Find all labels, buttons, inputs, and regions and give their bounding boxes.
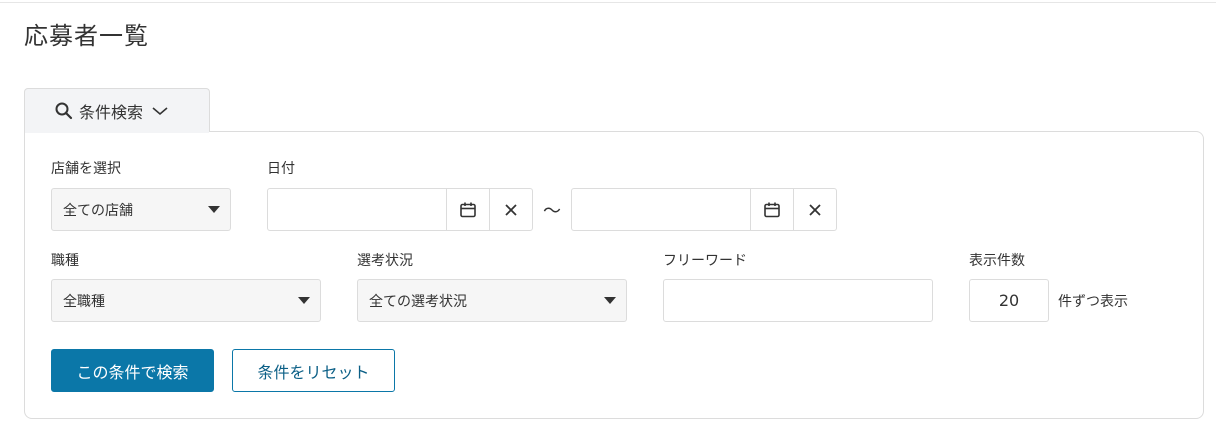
- date-range-separator: 〜: [543, 201, 561, 222]
- status-select-value: 全ての選考状況: [369, 293, 467, 310]
- page-size-suffix: 件ずつ表示: [1058, 294, 1128, 310]
- date-to-clear-button[interactable]: [793, 189, 836, 230]
- chevron-down-icon: [151, 105, 169, 117]
- date-from-group: [267, 188, 533, 231]
- date-to-calendar-button[interactable]: [750, 189, 793, 230]
- page-title: 応募者一覧: [24, 22, 149, 50]
- job-type-select-value: 全職種: [63, 293, 105, 310]
- date-to-group: [571, 188, 837, 231]
- store-select-value: 全ての店舗: [63, 202, 133, 219]
- store-label: 店舗を選択: [51, 161, 121, 177]
- freeword-input[interactable]: [663, 279, 933, 322]
- caret-down-icon: [604, 297, 616, 304]
- reset-button[interactable]: 条件をリセット: [232, 349, 395, 392]
- status-label: 選考状況: [357, 253, 413, 269]
- close-icon: [809, 203, 821, 216]
- date-from-calendar-button[interactable]: [446, 189, 489, 230]
- calendar-icon: [460, 202, 476, 217]
- close-icon: [505, 203, 517, 216]
- date-from-input[interactable]: [268, 189, 446, 230]
- job-type-label: 職種: [51, 253, 79, 269]
- condition-search-label: 条件検索: [79, 102, 144, 122]
- caret-down-icon: [298, 297, 310, 304]
- page-size-label: 表示件数: [969, 253, 1025, 269]
- page-size-input[interactable]: 20: [969, 279, 1049, 322]
- top-divider: [0, 2, 1216, 3]
- date-to-input[interactable]: [572, 189, 750, 230]
- tab-connector: [25, 130, 209, 133]
- search-icon: [53, 100, 75, 122]
- condition-search-tab[interactable]: 条件検索: [24, 88, 210, 132]
- calendar-icon: [764, 202, 780, 217]
- date-from-clear-button[interactable]: [489, 189, 532, 230]
- job-type-select[interactable]: 全職種: [51, 279, 321, 322]
- store-select[interactable]: 全ての店舗: [51, 188, 231, 231]
- date-label: 日付: [267, 161, 295, 177]
- freeword-label: フリーワード: [663, 253, 747, 269]
- search-button[interactable]: この条件で検索: [51, 349, 214, 392]
- caret-down-icon: [208, 206, 220, 213]
- status-select[interactable]: 全ての選考状況: [357, 279, 627, 322]
